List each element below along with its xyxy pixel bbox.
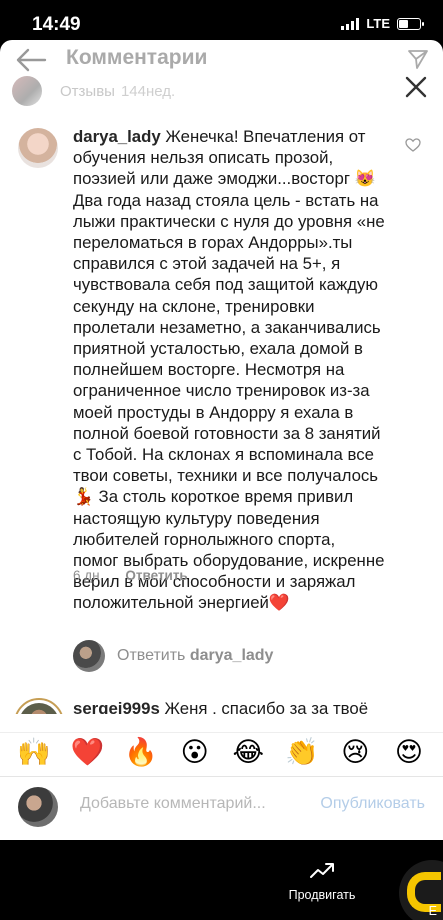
comment-text: Женечка! Впечатления от обучения нельзя … <box>73 127 385 613</box>
emoji-fire[interactable]: 🔥 <box>121 733 161 773</box>
emoji-heart-eyes[interactable]: 😍 <box>389 733 429 773</box>
comment-body: darya_lady Женечка! Впечатления от обуче… <box>73 126 385 614</box>
trending-icon <box>310 863 334 878</box>
like-heart-icon[interactable] <box>405 138 421 152</box>
comment-username[interactable]: sergei999s <box>73 699 160 714</box>
bottom-bar: Продвигать Е <box>0 840 443 920</box>
signal-icon <box>341 17 360 30</box>
emoji-surprised[interactable]: 😮 <box>175 733 215 773</box>
emoji-bar: 🙌 ❤️ 🔥 😮 😂 👏 😢 😍 <box>0 732 443 772</box>
avatar[interactable] <box>18 128 58 168</box>
comment-username[interactable]: darya_lady <box>73 127 161 146</box>
emoji-heart[interactable]: ❤️ <box>68 733 108 773</box>
emoji-raised-hands[interactable]: 🙌 <box>14 733 54 773</box>
promote-label: Продвигать <box>288 888 356 902</box>
network-label: LTE <box>366 16 390 31</box>
avatar[interactable] <box>14 698 64 714</box>
page-title: Комментарии <box>66 46 208 69</box>
comment-input[interactable]: Добавьте комментарий... <box>80 795 266 813</box>
story-label: Отзывы <box>60 82 115 100</box>
corner-label: Е <box>428 904 437 918</box>
story-age: 144нед. <box>120 82 176 100</box>
battery-icon <box>397 17 424 30</box>
reply-prompt-prefix: Ответить <box>117 647 186 664</box>
close-icon[interactable] <box>403 74 429 100</box>
avatar <box>73 640 105 672</box>
comment-body: sergei999s Женя , спасибо за за твоё вре… <box>73 698 385 714</box>
story-context[interactable]: Отзывы 144нед. <box>12 74 175 108</box>
avatar <box>18 787 58 827</box>
emoji-laughing[interactable]: 😂 <box>228 733 268 773</box>
emoji-clapping[interactable]: 👏 <box>282 733 322 773</box>
story-avatar <box>12 76 42 106</box>
status-indicators: LTE <box>341 16 424 31</box>
promote-button[interactable]: Продвигать <box>284 860 360 902</box>
reply-prompt-username: darya_lady <box>189 647 274 664</box>
comment-meta: 6 дн. Ответить <box>73 568 188 583</box>
comment-item: sergei999s Женя , спасибо за за твоё вре… <box>0 698 443 714</box>
send-icon[interactable] <box>407 48 429 70</box>
comment-age: 6 дн. <box>73 568 104 583</box>
comments-list: darya_lady Женечка! Впечатления от обуче… <box>0 112 443 714</box>
reply-prompt-text: Ответить darya_lady <box>117 647 273 665</box>
emoji-crying[interactable]: 😢 <box>335 733 375 773</box>
publish-button[interactable]: Опубликовать <box>320 795 425 813</box>
status-time: 14:49 <box>32 14 81 35</box>
comment-composer: Добавьте комментарий... Опубликовать <box>0 776 443 838</box>
reply-button[interactable]: Ответить <box>125 568 187 583</box>
reply-prompt[interactable]: Ответить darya_lady <box>73 640 273 672</box>
comment-item: darya_lady Женечка! Впечатления от обуче… <box>0 122 443 622</box>
back-arrow-icon[interactable] <box>14 46 48 74</box>
comments-sheet: Комментарии Отзывы 144нед. darya_lady Же… <box>0 40 443 840</box>
